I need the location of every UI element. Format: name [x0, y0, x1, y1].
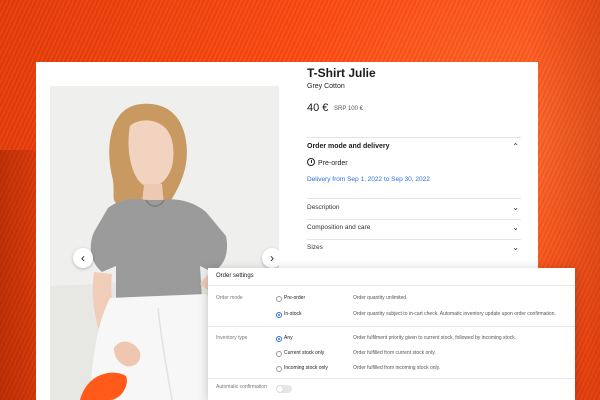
radio-label: Pre-order	[284, 295, 306, 301]
accordion-label: Sizes	[307, 244, 323, 251]
radio-label: Any	[284, 335, 293, 341]
chevron-down-icon: ⌄	[512, 243, 519, 252]
gallery-next-button[interactable]: ›	[262, 248, 279, 268]
product-srp: SRP 100 €	[334, 106, 363, 112]
accordion-description[interactable]: Description ⌄	[307, 200, 521, 218]
option-description: Order fulfilled from current stock only.	[353, 350, 436, 356]
chevron-right-icon: ›	[270, 251, 274, 265]
chevron-up-icon: ⌃	[512, 142, 519, 151]
radio-label: In-stock	[284, 311, 302, 317]
inventory-type-label: Inventory type	[216, 335, 248, 341]
accordion-composition[interactable]: Composition and care ⌄	[307, 220, 521, 238]
product-title: T-Shirt Julie	[307, 66, 376, 80]
radio-dot[interactable]	[276, 366, 282, 372]
accordion-sizes[interactable]: Sizes ⌄	[307, 240, 521, 258]
divider	[208, 378, 575, 379]
product-price: 40 €	[307, 102, 329, 114]
auto-confirmation-label: Automatic confirmation	[216, 384, 267, 390]
radio-dot[interactable]	[276, 336, 282, 342]
chevron-down-icon: ⌄	[512, 203, 519, 212]
radio-dot[interactable]	[276, 351, 282, 357]
toggle-knob	[277, 386, 283, 392]
delivery-window: Delivery from Sep 1, 2022 to Sep 30, 202…	[307, 176, 430, 183]
gallery-prev-button[interactable]: ‹	[73, 248, 93, 268]
order-section-title: Order mode and delivery	[307, 143, 390, 150]
radio-label: Incoming stock only	[284, 365, 328, 371]
radio-dot[interactable]	[276, 312, 282, 318]
accordion-label: Composition and care	[307, 224, 371, 231]
chevron-down-icon: ⌄	[512, 223, 519, 232]
divider	[208, 326, 575, 327]
radio-dot[interactable]	[276, 296, 282, 302]
order-section-header[interactable]: Order mode and delivery ⌃	[307, 142, 521, 154]
panel-title: Order settings	[216, 273, 254, 279]
order-settings-panel: Order settings Order mode Pre-order Orde…	[208, 268, 575, 400]
chevron-left-icon: ‹	[81, 251, 85, 265]
order-mode-value: Pre-order	[318, 160, 348, 167]
option-description: Order quantity unlimited.	[353, 295, 408, 301]
option-description: Order quantity subject to in-cart check.…	[353, 311, 556, 317]
option-description: Order fulfilled from incoming stock only…	[353, 365, 441, 371]
product-subtitle: Grey Cotton	[307, 83, 345, 90]
clock-icon	[307, 158, 315, 166]
order-mode-label: Order mode	[216, 295, 243, 301]
radio-label: Current stock only	[284, 350, 325, 356]
divider	[307, 137, 521, 138]
divider	[307, 198, 521, 199]
divider	[208, 285, 575, 286]
accordion-label: Description	[307, 204, 340, 211]
order-mode-line: Pre-order	[307, 157, 348, 167]
auto-confirmation-toggle[interactable]	[276, 385, 292, 393]
option-description: Order fulfilment priority given to curre…	[353, 335, 517, 341]
